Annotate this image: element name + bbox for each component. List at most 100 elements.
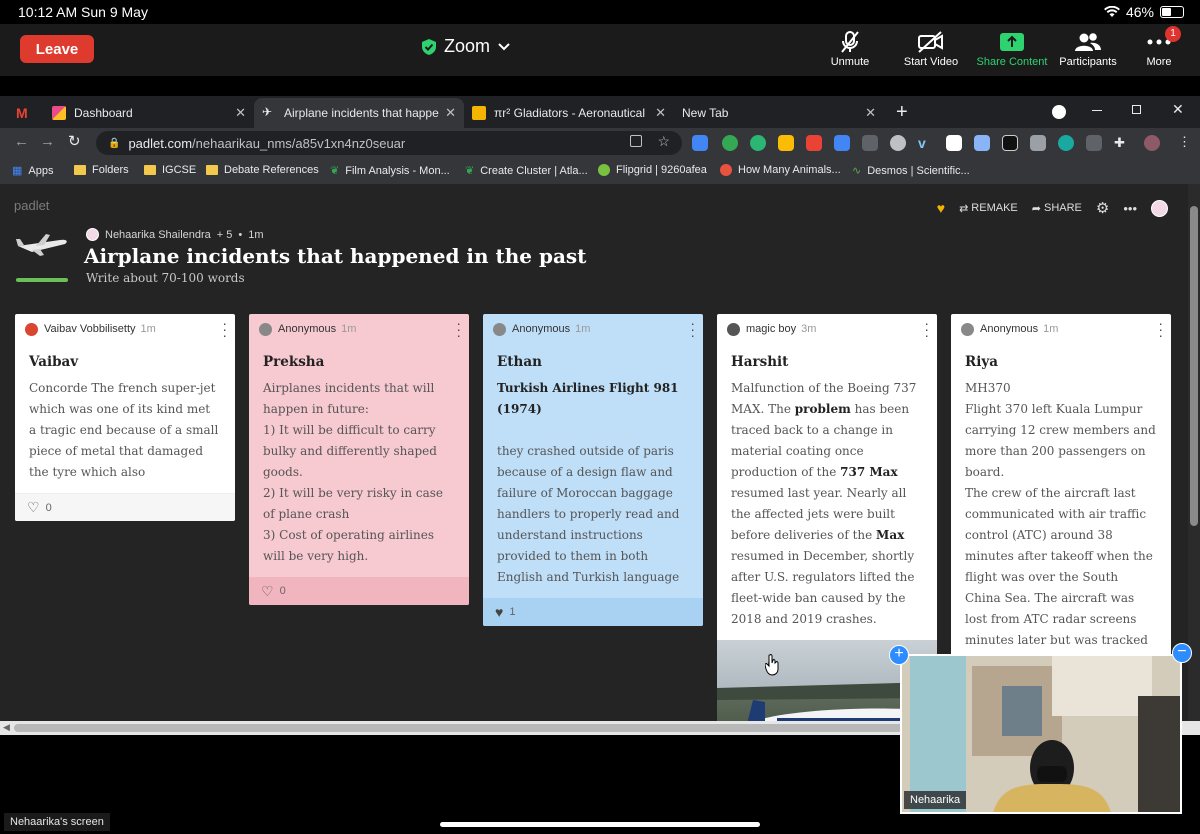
post-header: Vaibav Vobbilisetty 1m · · · [15,314,235,344]
video-off-icon [918,31,943,53]
like-count: 0 [45,501,52,514]
tab-title: πr² Gladiators - Aeronautical Eng [494,106,649,120]
settings-gear-icon[interactable]: ⚙ [1096,199,1109,217]
extension-icon[interactable] [1058,135,1074,151]
scroll-thumb[interactable] [14,724,904,732]
scroll-left-icon[interactable]: ◀ [3,722,10,733]
share-content-button[interactable]: Share Content [972,28,1052,68]
remake-icon: ⇄ [959,202,969,215]
airplane-board-icon [16,234,68,282]
close-icon[interactable]: ✕ [445,105,456,121]
close-icon[interactable]: ✕ [235,105,246,121]
tab-gladiators[interactable]: πr² Gladiators - Aeronautical Eng ✕ [464,98,674,128]
notion-icon[interactable] [946,135,962,151]
extension-icon[interactable] [1086,135,1102,151]
heart-outline-icon[interactable]: ♡ [27,499,40,516]
site-icon [720,164,732,176]
more-options-icon[interactable]: ••• [1123,201,1137,216]
url-bar[interactable]: 🔒 padlet.com /nehaarikau_nms/a85v1xn4nz0… [96,131,682,155]
reload-icon[interactable]: ↻ [68,132,81,150]
close-icon[interactable]: ✕ [865,105,876,121]
padlet-logo[interactable]: padlet [14,198,49,213]
bookmark-apps[interactable]: ▦ Apps [12,164,53,178]
bookmark-desmos[interactable]: ∿ Desmos | Scientific... [852,164,970,178]
post-menu-icon[interactable]: · · · [456,316,461,342]
tab-new-tab[interactable]: New Tab ✕ [674,98,884,128]
tab-search-icon[interactable] [1052,105,1066,119]
heart-outline-icon[interactable]: ♡ [261,583,274,600]
back-icon[interactable]: ← [14,133,29,150]
install-icon[interactable] [630,135,642,147]
expand-video-button[interactable]: + [889,645,909,665]
heart-icon[interactable]: ♥ [937,200,945,216]
post-card[interactable]: Anonymous 1m · · · Ethan Turkish Airlines … [483,314,703,626]
bookmark-igcse[interactable]: IGCSE [144,164,196,176]
bookmark-film-analysis[interactable]: ❦ Film Analysis - Mon... [330,164,450,178]
meeting-info-button[interactable]: Zoom [422,36,510,57]
bookmark-folders[interactable]: Folders [74,164,129,176]
share-button[interactable]: ➦ SHARE [1032,202,1082,215]
pocket-icon[interactable] [862,135,878,151]
participants-label: Participants [1059,56,1117,68]
shield-icon[interactable] [1030,135,1046,151]
new-tab-plus-icon[interactable]: + [896,101,908,124]
post-author: Anonymous [512,323,571,335]
post-title: Preksha [263,354,325,370]
window-close-icon[interactable]: ✕ [1172,101,1184,118]
post-age: 1m [1043,323,1059,335]
bookmark-create-cluster[interactable]: ❦ Create Cluster | Atla... [465,164,588,178]
remake-button[interactable]: ⇄ REMAKE [959,202,1018,215]
author-name[interactable]: Nehaarika Shailendra [105,229,211,241]
participants-button[interactable]: Participants [1048,28,1128,68]
profile-avatar[interactable] [1144,135,1160,151]
post-menu-icon[interactable]: · · · [924,316,929,342]
post-menu-icon[interactable]: · · · [222,316,227,342]
bookmark-debate-references[interactable]: Debate References [206,164,319,176]
scroll-thumb[interactable] [1190,206,1198,526]
kebab-menu-icon[interactable]: ⋮ [1178,134,1191,150]
translate-icon[interactable] [834,135,850,151]
bookmark-how-many-animals[interactable]: How Many Animals... [720,164,841,176]
extension-icon[interactable] [692,135,708,151]
video-tile[interactable] [900,654,1182,814]
user-avatar[interactable] [1151,199,1168,217]
folder-icon [206,165,218,175]
extension-icon[interactable] [890,135,906,151]
restore-icon[interactable] [1132,105,1141,114]
contributor-count[interactable]: + 5 [217,229,233,241]
home-indicator[interactable] [440,822,760,827]
leave-button[interactable]: Leave [20,35,94,63]
more-label: More [1146,56,1172,68]
apps-grid-icon: ▦ [12,165,23,177]
extension-icon[interactable] [806,135,822,151]
puzzle-icon[interactable]: ✚ [1114,135,1130,151]
forward-icon[interactable]: → [40,133,55,150]
muted-mic-icon [841,31,859,53]
tab-padlet[interactable]: ✈ Airplane incidents that happened ✕ [254,98,464,128]
minimize-video-button[interactable]: − [1172,643,1192,663]
close-icon[interactable]: ✕ [655,105,666,121]
extension-icon[interactable] [722,135,738,151]
vimeo-icon[interactable]: v [918,135,934,151]
vertical-scrollbar[interactable] [1188,184,1200,721]
post-menu-icon[interactable]: · · · [690,316,695,342]
gmail-icon[interactable]: M [16,105,28,121]
more-button[interactable]: 1 More [1119,26,1199,68]
url-host: padlet.com [128,135,193,151]
start-video-button[interactable]: Start Video [891,28,971,68]
minimize-icon[interactable] [1092,110,1102,111]
bookmark-flipgrid[interactable]: Flipgrid | 9260afea [598,164,707,176]
unmute-label: Unmute [830,56,870,68]
grammarly-icon[interactable] [750,135,766,151]
extension-icon[interactable] [1002,135,1018,151]
extension-icon[interactable] [974,135,990,151]
post-card[interactable]: Anonymous 1m · · · Preksha Airplanes incid… [249,314,469,605]
drive-icon[interactable] [778,135,794,151]
post-menu-icon[interactable]: · · · [1158,316,1163,342]
wifi-icon [1103,6,1120,17]
post-card[interactable]: Vaibav Vobbilisetty 1m · · · Vaibav Concor… [15,314,235,521]
unmute-button[interactable]: Unmute [810,28,890,68]
star-icon[interactable]: ☆ [657,133,670,150]
heart-filled-icon[interactable]: ♥ [495,604,503,620]
tab-dashboard[interactable]: Dashboard ✕ [44,98,254,128]
